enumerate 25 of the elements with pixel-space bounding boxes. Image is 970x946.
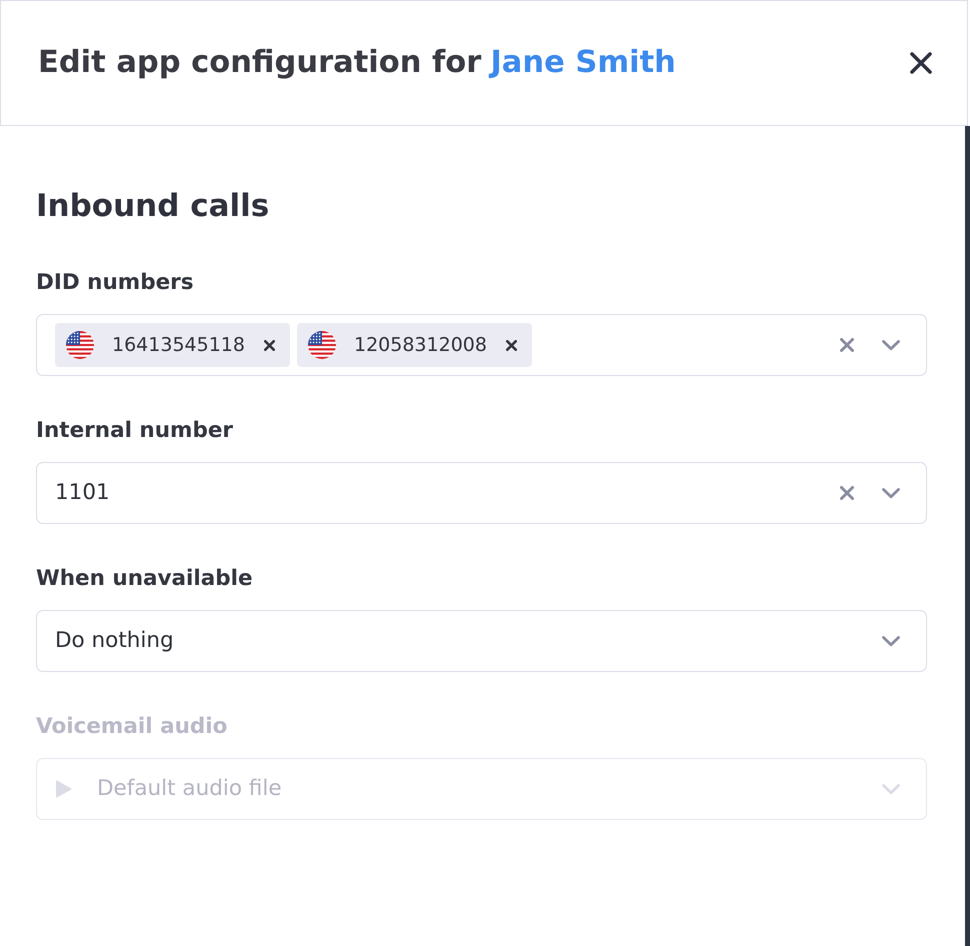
section-heading: Inbound calls xyxy=(36,187,270,226)
select-field[interactable]: Do nothing xyxy=(36,610,927,672)
chevron-down-icon[interactable] xyxy=(882,636,900,646)
flag-icon xyxy=(308,331,336,359)
number-chip[interactable]: 16413545118 xyxy=(55,323,290,367)
chevron-down-icon xyxy=(882,784,900,794)
remove-icon[interactable] xyxy=(506,340,517,350)
chip-label: 16413545118 xyxy=(112,333,245,357)
clear-icon[interactable] xyxy=(840,338,854,352)
clear-icon[interactable] xyxy=(840,486,854,500)
flag-icon xyxy=(66,331,94,359)
multi-select-field[interactable]: 16413545118 12058312008 xyxy=(36,314,927,376)
dialog-title: Edit app configuration for Jane Smith xyxy=(38,44,676,82)
field-label: When unavailable xyxy=(36,565,253,593)
chip-label: 12058312008 xyxy=(354,333,487,357)
play-icon xyxy=(55,780,72,798)
close-icon[interactable] xyxy=(910,52,932,74)
field-label: Internal number xyxy=(36,417,234,445)
number-chip[interactable]: 12058312008 xyxy=(296,323,532,367)
select-field[interactable]: 1101 xyxy=(36,462,927,524)
chevron-down-icon[interactable] xyxy=(882,488,900,498)
field-label: Voicemail audio xyxy=(36,713,228,741)
remove-icon[interactable] xyxy=(264,340,275,350)
field-label: DID numbers xyxy=(36,269,194,297)
chevron-down-icon[interactable] xyxy=(882,340,900,350)
